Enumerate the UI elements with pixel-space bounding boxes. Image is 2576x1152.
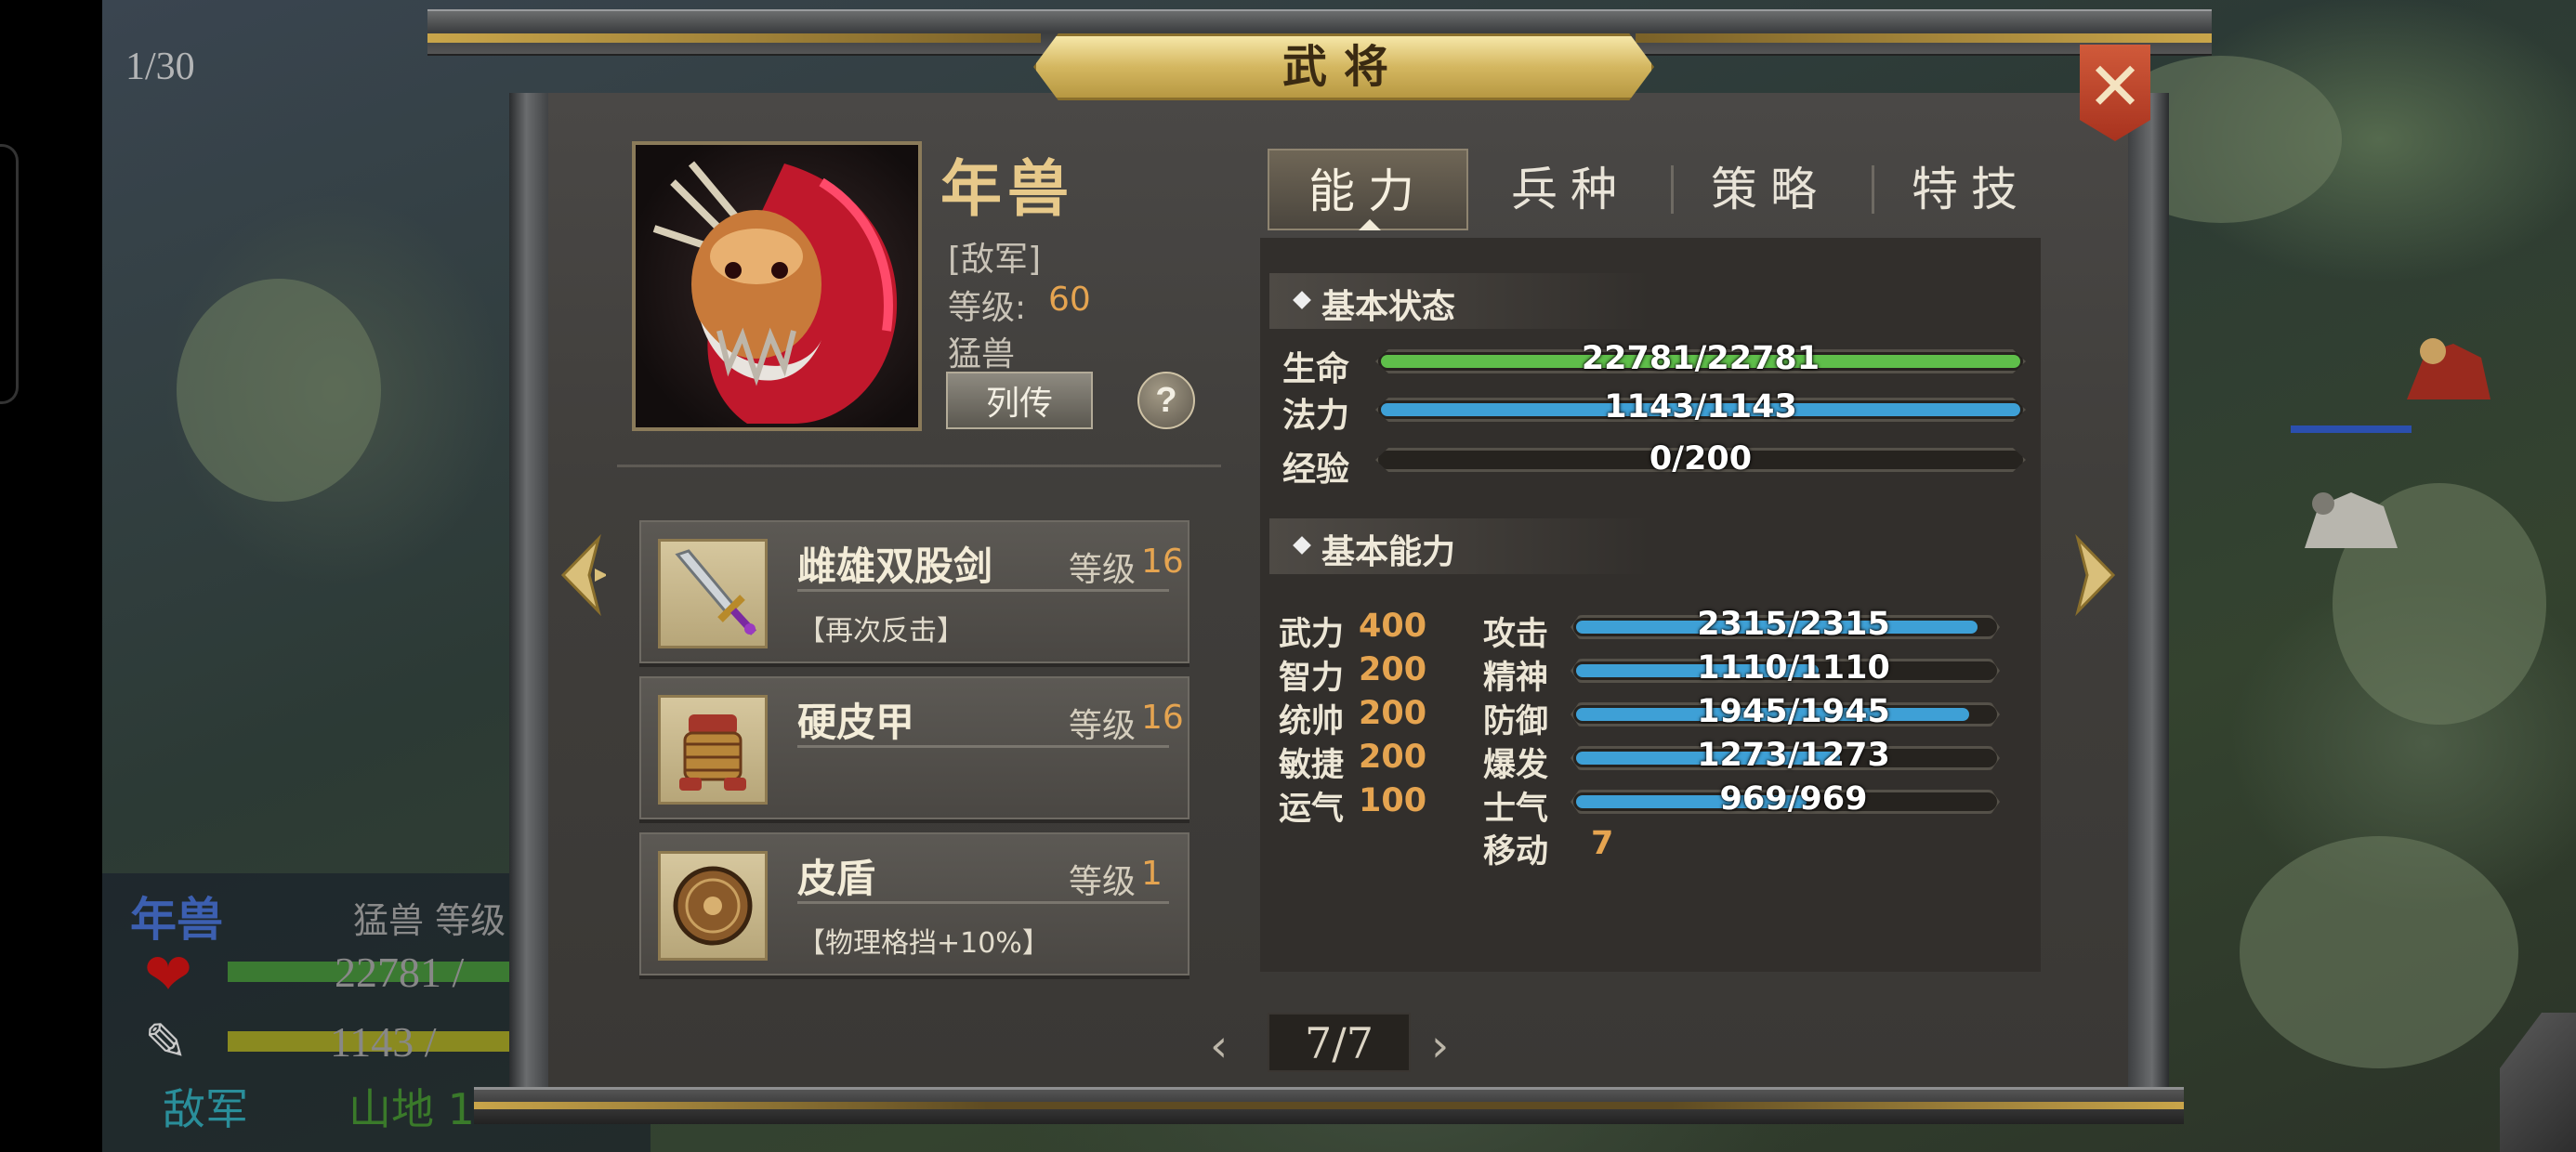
unit-counter: 1/30: [125, 46, 195, 88]
dialog-frame-ornament: [427, 33, 1041, 43]
equipment-icon-frame: [658, 539, 768, 648]
diamond-icon: [1293, 291, 1311, 309]
feather-icon: ✎: [144, 1013, 188, 1073]
equipment-slot-weapon[interactable]: 雌雄双股剑 等级 16 【再次反击】: [639, 520, 1189, 663]
unit-info-type: 猛兽 等级: [353, 900, 506, 941]
attribute-label-intelligence: 智力: [1279, 660, 1345, 697]
attribute-value-command: 200: [1359, 695, 1427, 732]
phone-notch: [0, 144, 19, 404]
equipment-level-label: 等级: [1069, 863, 1137, 901]
burst-value: 1273/1273: [1697, 737, 1890, 774]
equipment-level-label: 等级: [1069, 707, 1137, 745]
map-enemy-beast[interactable]: [2398, 316, 2500, 418]
equipment-slot-shield[interactable]: 皮盾 等级 1 【物理格挡+10%】: [639, 832, 1189, 975]
tab-bar: 能力 兵种 策略 特技: [1268, 149, 2048, 232]
attribute-value-agility: 200: [1359, 739, 1427, 776]
exp-value: 0/200: [1649, 440, 1753, 478]
active-tab-indicator: [1359, 219, 1381, 230]
sword-icon: [675, 549, 756, 635]
move-label: 移动: [1483, 833, 1549, 871]
hp-value: 22781/22781: [1581, 340, 1820, 377]
attribute-label-force: 武力: [1279, 616, 1345, 653]
equipment-name: 硬皮甲: [797, 700, 915, 745]
tab-special-skill[interactable]: 特技: [1873, 149, 2069, 230]
hero-portrait: [636, 145, 918, 427]
map-tree: [2240, 836, 2518, 1068]
game-screen: 1/30 1027569 年兽 猛兽 等级 ❤ 22781 / ✎ 1143 /…: [0, 0, 2576, 1152]
dialog-frame-ornament: [474, 1102, 2184, 1109]
next-general-arrow[interactable]: [2070, 533, 2123, 617]
dialog-title: 武将: [1281, 41, 1405, 93]
status-label-mp: 法力: [1282, 397, 1350, 435]
hero-faction: [敌军]: [948, 241, 1042, 279]
equipment-effect: 【物理格挡+10%】: [797, 927, 1050, 960]
equipment-slot-armor[interactable]: 硬皮甲 等级 16: [639, 676, 1189, 819]
shield-icon: [673, 866, 753, 946]
section-title: 基本能力: [1321, 533, 1456, 571]
equipment-icon-frame: [658, 851, 768, 961]
defense-value: 1945/1945: [1697, 693, 1890, 730]
page-indicator: 7/7: [1268, 1013, 1411, 1072]
combat-label-spirit: 精神: [1483, 660, 1549, 697]
equipment-level-value: 16: [1141, 543, 1184, 581]
status-label-hp: 生命: [1282, 350, 1350, 388]
close-icon[interactable]: ✕: [2080, 45, 2150, 128]
attribute-label-luck: 运气: [1279, 791, 1345, 828]
equipment-level-value: 16: [1141, 699, 1184, 737]
combat-label-attack: 攻击: [1483, 616, 1549, 653]
hero-class: 猛兽: [948, 335, 1016, 373]
equipment-name: 雌雄双股剑: [797, 543, 993, 589]
attribute-value-luck: 100: [1359, 782, 1427, 819]
equipment-name: 皮盾: [797, 856, 876, 901]
attribute-label-agility: 敏捷: [1279, 747, 1345, 784]
biography-button[interactable]: 列传: [946, 372, 1093, 429]
equipment-effect: 【再次反击】: [797, 615, 965, 648]
armor-icon: [679, 714, 746, 791]
dialog-frame-ornament: [1636, 33, 2212, 43]
unit-info-hp: 22781 /: [335, 949, 465, 996]
tab-strategy[interactable]: 策略: [1673, 149, 1868, 230]
attribute-label-command: 统帅: [1279, 703, 1345, 740]
equipment-divider: [797, 589, 1169, 592]
mp-value: 1143/1143: [1604, 388, 1797, 425]
unit-info-mp: 1143 /: [330, 1018, 437, 1066]
equipment-icon-frame: [658, 695, 768, 805]
attribute-value-intelligence: 200: [1359, 651, 1427, 688]
tab-ability[interactable]: 能力: [1268, 149, 1468, 230]
page-prev-icon[interactable]: ‹: [1210, 1020, 1228, 1072]
dialog-frame-left: [509, 93, 552, 1106]
combat-label-morale: 士气: [1483, 791, 1549, 828]
attribute-value-force: 400: [1359, 608, 1427, 645]
map-ally-beast[interactable]: [2295, 465, 2407, 567]
dialog-frame-right: [2126, 93, 2169, 1106]
equipment-level-value: 1: [1141, 855, 1163, 893]
help-button[interactable]: ?: [1137, 372, 1195, 429]
section-title: 基本状态: [1321, 288, 1456, 326]
map-unit-hp-bar: [2291, 425, 2412, 433]
previous-general-arrow[interactable]: [554, 533, 606, 617]
hero-level-label: 等级:: [948, 289, 1027, 327]
tab-troop-type[interactable]: 兵种: [1478, 149, 1663, 230]
phone-edge: [0, 0, 102, 1152]
combat-label-burst: 爆发: [1483, 747, 1549, 784]
hero-name: 年兽: [940, 152, 1074, 225]
hero-level-value: 60: [1048, 281, 1091, 319]
page-next-icon[interactable]: ›: [1431, 1020, 1449, 1072]
spirit-value: 1110/1110: [1697, 649, 1890, 687]
combat-label-defense: 防御: [1483, 703, 1549, 740]
equipment-divider: [797, 745, 1169, 748]
map-tree: [177, 279, 381, 502]
equipment-divider: [797, 901, 1169, 904]
dragon-beast-icon: [652, 161, 898, 424]
move-value: 7: [1591, 825, 1614, 862]
unit-info-faction: 敌军: [163, 1084, 248, 1134]
morale-value: 969/969: [1719, 780, 1868, 818]
diamond-icon: [1293, 536, 1311, 555]
heart-icon: ❤: [144, 940, 192, 1008]
equipment-level-label: 等级: [1069, 551, 1137, 589]
unit-info-terrain: 山地 1: [348, 1084, 475, 1134]
status-label-exp: 经验: [1282, 451, 1350, 489]
divider: [617, 465, 1221, 467]
attack-value: 2315/2315: [1697, 606, 1890, 643]
